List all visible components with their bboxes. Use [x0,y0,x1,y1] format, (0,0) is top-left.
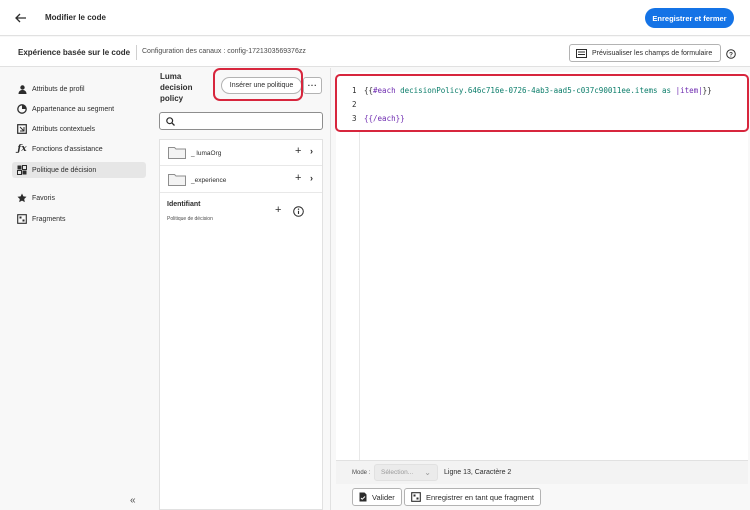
sidebar-item-favorites[interactable]: Favoris [12,190,146,206]
tree-item-label: _ lumaOrg [191,150,222,157]
fragment-icon [17,214,27,224]
decision-policy-panel: Luma decision policy Insérer une politiq… [151,68,331,510]
editor-status-bar: Mode : Sélection... ⌄ Ligne 13, Caractèr… [336,460,748,484]
sidebar-item-label: Fragments [32,215,66,223]
cursor-position: Ligne 13, Caractère 2 [444,469,512,476]
function-icon: ƒx [17,144,27,154]
save-as-fragment-button[interactable]: Enregistrer en tant que fragment [404,488,541,506]
chevron-down-icon: ⌄ [424,468,431,477]
tree-item-experience[interactable]: _experience + › [160,167,322,193]
star-icon [17,193,27,203]
sidebar-item-profile-attributes[interactable]: Attributs de profil [12,81,146,97]
sidebar-item-label: Appartenance au segment [32,105,115,113]
left-sidebar: Attributs de profil Appartenance au segm… [0,68,150,510]
document-check-icon [359,492,367,502]
sidebar-item-contextual-attributes[interactable]: Attributs contextuels [12,121,146,137]
preview-button-label: Prévisualiser les champs de formulaire [592,49,713,57]
sidebar-item-segment-membership[interactable]: Appartenance au segment [12,101,146,117]
mode-select[interactable]: Sélection... ⌄ [374,464,438,481]
page-title: Modifier le code [45,13,106,22]
search-input[interactable] [159,112,323,130]
editor-gutter [344,132,360,460]
more-options-button[interactable]: ··· [303,77,322,94]
preview-form-fields-button[interactable]: Prévisualiser les champs de formulaire [569,44,721,62]
identifier-subtitle: Politique de décision [167,216,213,222]
save-and-close-button[interactable]: Enregistrer et fermer [645,8,734,28]
sidebar-item-label: Fonctions d'assistance [32,145,103,153]
fragment-icon [411,492,421,502]
channel-config-label: Configuration des canaux : config-172130… [142,48,306,55]
mode-select-value: Sélection... [381,469,414,476]
policy-tree: _ lumaOrg + › _experience + › Identifian… [159,139,323,510]
editor-actions: Valider Enregistrer en tant que fragment [336,484,748,510]
divider [136,45,137,60]
person-icon [17,84,27,94]
folder-icon [168,147,186,159]
panel-title: Luma decision policy [160,72,193,103]
sidebar-item-label: Favoris [32,194,55,202]
sidebar-item-label: Attributs de profil [32,85,85,93]
sidebar-item-helper-functions[interactable]: ƒx Fonctions d'assistance [12,141,146,157]
chevron-right-icon[interactable]: › [310,173,313,183]
sidebar-item-decision-policy[interactable]: Politique de décision [12,162,146,178]
help-icon[interactable]: ? [726,49,736,59]
highlight-code-block [335,74,749,132]
info-icon[interactable] [293,206,304,217]
sidebar-item-label: Politique de décision [32,166,97,174]
collapse-sidebar-button[interactable]: « [130,495,136,506]
add-icon[interactable]: + [275,204,281,216]
sidebar-item-fragments[interactable]: Fragments [12,211,146,227]
chevron-right-icon[interactable]: › [310,146,313,156]
form-preview-icon [576,48,587,58]
validate-button[interactable]: Valider [352,488,402,506]
save-as-fragment-label: Enregistrer en tant que fragment [426,492,534,502]
search-icon [166,116,175,126]
decision-icon [17,165,27,175]
sidebar-item-label: Attributs contextuels [32,125,96,133]
validate-label: Valider [372,492,395,502]
experience-title: Expérience basée sur le code [18,48,131,57]
add-icon[interactable]: + [295,172,301,184]
top-bar: Modifier le code Enregistrer et fermer [0,0,750,36]
tree-item-lumaorg[interactable]: _ lumaOrg + › [160,140,322,166]
segment-icon [17,104,27,114]
identifier-item[interactable]: Identifiant Politique de décision + [160,194,322,230]
add-icon[interactable]: + [295,145,301,157]
identifier-title: Identifiant [167,201,201,208]
highlight-insert-policy [213,68,303,101]
sub-header: Expérience basée sur le code Configurati… [0,37,750,67]
mode-label: Mode : [352,470,371,476]
context-icon [17,124,27,134]
tree-item-label: _experience [191,177,227,184]
svg-text:?: ? [729,51,733,58]
folder-icon [168,174,186,186]
back-arrow-icon[interactable] [13,10,29,26]
